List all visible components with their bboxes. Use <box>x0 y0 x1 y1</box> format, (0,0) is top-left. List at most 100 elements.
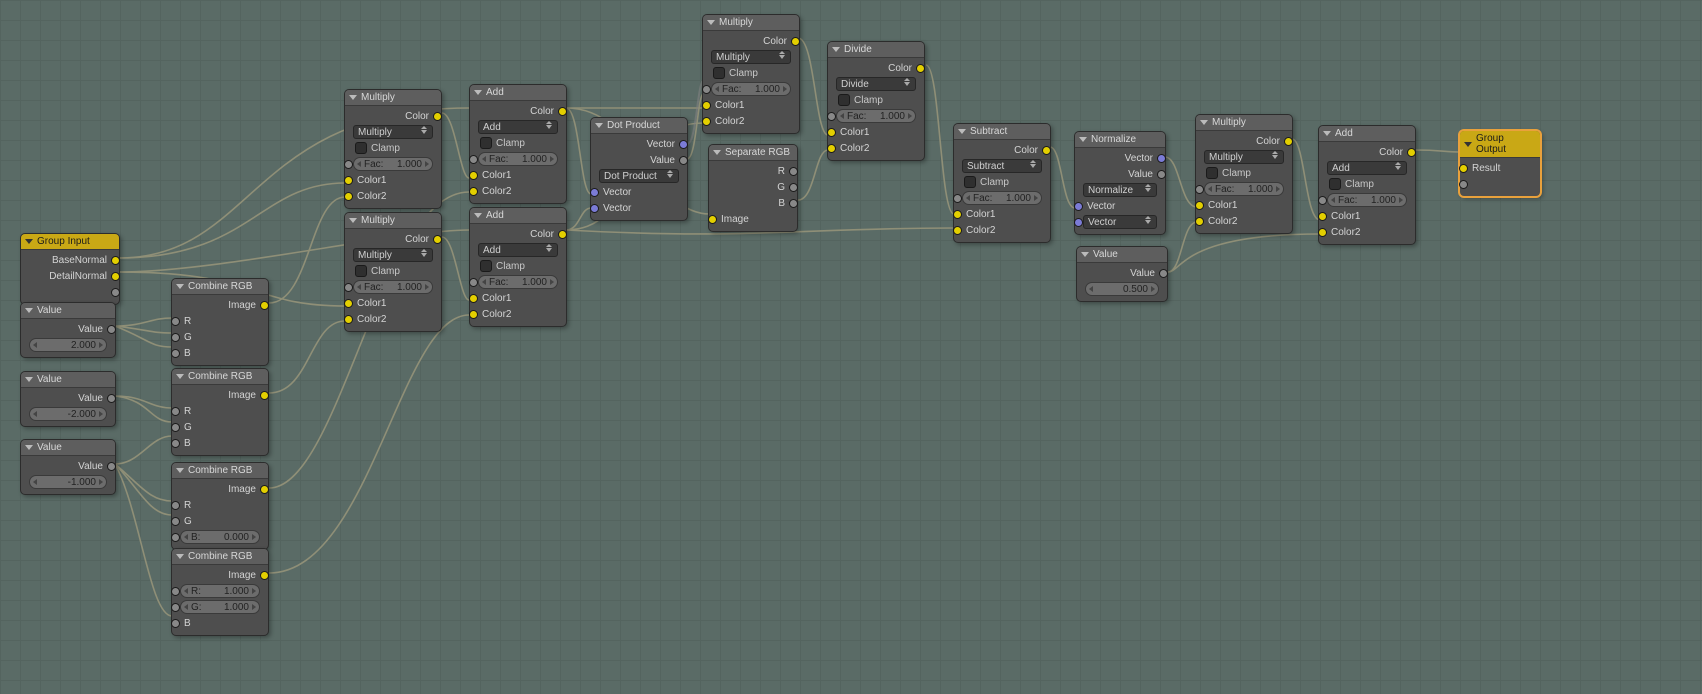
clamp-checkbox[interactable] <box>713 67 725 79</box>
input-socket[interactable] <box>702 85 711 94</box>
input-socket[interactable] <box>344 315 353 324</box>
input-socket[interactable] <box>1459 164 1468 173</box>
node-value[interactable]: Value Value 0.500 <box>1076 246 1168 302</box>
collapse-icon[interactable] <box>176 284 184 289</box>
blend-mode-dropdown[interactable]: Multiply <box>711 50 791 64</box>
collapse-icon[interactable] <box>1323 131 1331 136</box>
node-header[interactable]: Combine RGB <box>172 279 268 295</box>
clamp-checkbox[interactable] <box>964 176 976 188</box>
value-field[interactable]: B:0.000 <box>180 530 260 544</box>
clamp-checkbox[interactable] <box>480 137 492 149</box>
output-socket[interactable] <box>789 183 798 192</box>
output-socket[interactable] <box>789 199 798 208</box>
clamp-checkbox[interactable] <box>838 94 850 106</box>
input-socket[interactable] <box>171 317 180 326</box>
blend-mode-dropdown[interactable]: Multiply <box>353 248 433 262</box>
input-socket[interactable] <box>171 533 180 542</box>
input-socket[interactable] <box>171 501 180 510</box>
clamp-checkbox[interactable] <box>1206 167 1218 179</box>
value-field[interactable]: G:1.000 <box>180 600 260 614</box>
fac-field[interactable]: Fac:1.000 <box>836 109 916 123</box>
blend-mode-dropdown[interactable]: Multiply <box>353 125 433 139</box>
collapse-icon[interactable] <box>958 129 966 134</box>
value-field[interactable]: 0.500 <box>1085 282 1159 296</box>
input-socket[interactable] <box>171 349 180 358</box>
collapse-icon[interactable] <box>25 308 33 313</box>
blend-mode-dropdown[interactable]: Add <box>1327 161 1407 175</box>
input-socket[interactable] <box>469 187 478 196</box>
output-socket[interactable] <box>433 112 442 121</box>
input-socket[interactable] <box>1074 218 1083 227</box>
node-combine-rgb[interactable]: Combine RGB Image R:1.000 G:1.000 B <box>171 548 269 636</box>
node-header[interactable]: Group Output <box>1460 131 1540 158</box>
input-socket[interactable] <box>1195 217 1204 226</box>
input-socket[interactable] <box>171 619 180 628</box>
fac-field[interactable]: Fac:1.000 <box>478 152 558 166</box>
node-value[interactable]: Value Value -2.000 <box>20 371 116 427</box>
input-socket[interactable] <box>590 188 599 197</box>
fac-field[interactable]: Fac:1.000 <box>478 275 558 289</box>
clamp-checkbox[interactable] <box>355 142 367 154</box>
input-socket[interactable] <box>171 423 180 432</box>
node-mixrgb-add[interactable]: Add Color Add Clamp Fac:1.000 Color1 Col… <box>469 84 567 204</box>
output-socket[interactable] <box>260 391 269 400</box>
vector-dropdown[interactable]: Vector <box>1083 215 1157 229</box>
collapse-icon[interactable] <box>349 95 357 100</box>
blend-mode-dropdown[interactable]: Divide <box>836 77 916 91</box>
operation-dropdown[interactable]: Normalize <box>1083 183 1157 197</box>
input-socket[interactable] <box>344 299 353 308</box>
output-socket[interactable] <box>111 288 120 297</box>
node-mixrgb-multiply[interactable]: Multiply Color Multiply Clamp Fac:1.000 … <box>1195 114 1293 234</box>
output-socket[interactable] <box>111 272 120 281</box>
value-field[interactable]: 2.000 <box>29 338 107 352</box>
input-socket[interactable] <box>702 117 711 126</box>
collapse-icon[interactable] <box>25 377 33 382</box>
collapse-icon[interactable] <box>25 239 33 244</box>
node-mixrgb-multiply[interactable]: Multiply Color Multiply Clamp Fac:1.000 … <box>344 89 442 209</box>
node-combine-rgb[interactable]: Combine RGB Image R G B <box>171 278 269 366</box>
node-header[interactable]: Multiply <box>1196 115 1292 131</box>
output-socket[interactable] <box>679 156 688 165</box>
output-socket[interactable] <box>260 571 269 580</box>
fac-field[interactable]: Fac:1.000 <box>353 280 433 294</box>
node-header[interactable]: Dot Product <box>591 118 687 134</box>
input-socket[interactable] <box>171 407 180 416</box>
node-header[interactable]: Value <box>21 303 115 319</box>
blend-mode-dropdown[interactable]: Add <box>478 120 558 134</box>
input-socket[interactable] <box>953 210 962 219</box>
input-socket[interactable] <box>469 171 478 180</box>
node-header[interactable]: Value <box>1077 247 1167 263</box>
output-socket[interactable] <box>558 107 567 116</box>
input-socket[interactable] <box>469 310 478 319</box>
output-socket[interactable] <box>1157 170 1166 179</box>
input-socket[interactable] <box>708 215 717 224</box>
input-socket[interactable] <box>827 128 836 137</box>
output-socket[interactable] <box>1157 154 1166 163</box>
input-socket[interactable] <box>702 101 711 110</box>
input-socket[interactable] <box>1195 185 1204 194</box>
node-header[interactable]: Combine RGB <box>172 369 268 385</box>
collapse-icon[interactable] <box>25 445 33 450</box>
output-socket[interactable] <box>1407 148 1416 157</box>
node-group-output[interactable]: Group Output Result <box>1459 130 1541 197</box>
output-socket[interactable] <box>789 167 798 176</box>
collapse-icon[interactable] <box>595 123 603 128</box>
input-socket[interactable] <box>171 603 180 612</box>
value-field[interactable]: -2.000 <box>29 407 107 421</box>
output-socket[interactable] <box>107 394 116 403</box>
node-header[interactable]: Group Input <box>21 234 119 250</box>
node-mixrgb-add[interactable]: Add Color Add Clamp Fac:1.000 Color1 Col… <box>1318 125 1416 245</box>
output-socket[interactable] <box>1159 269 1168 278</box>
node-vector-math-dot[interactable]: Dot Product Vector Value Dot Product Vec… <box>590 117 688 221</box>
node-header[interactable]: Separate RGB <box>709 145 797 161</box>
output-socket[interactable] <box>1042 146 1051 155</box>
input-socket[interactable] <box>1318 196 1327 205</box>
input-socket[interactable] <box>344 192 353 201</box>
node-header[interactable]: Combine RGB <box>172 549 268 565</box>
input-socket[interactable] <box>171 587 180 596</box>
output-socket[interactable] <box>791 37 800 46</box>
node-header[interactable]: Multiply <box>345 90 441 106</box>
output-socket[interactable] <box>260 485 269 494</box>
clamp-checkbox[interactable] <box>355 265 367 277</box>
node-mixrgb-add[interactable]: Add Color Add Clamp Fac:1.000 Color1 Col… <box>469 207 567 327</box>
